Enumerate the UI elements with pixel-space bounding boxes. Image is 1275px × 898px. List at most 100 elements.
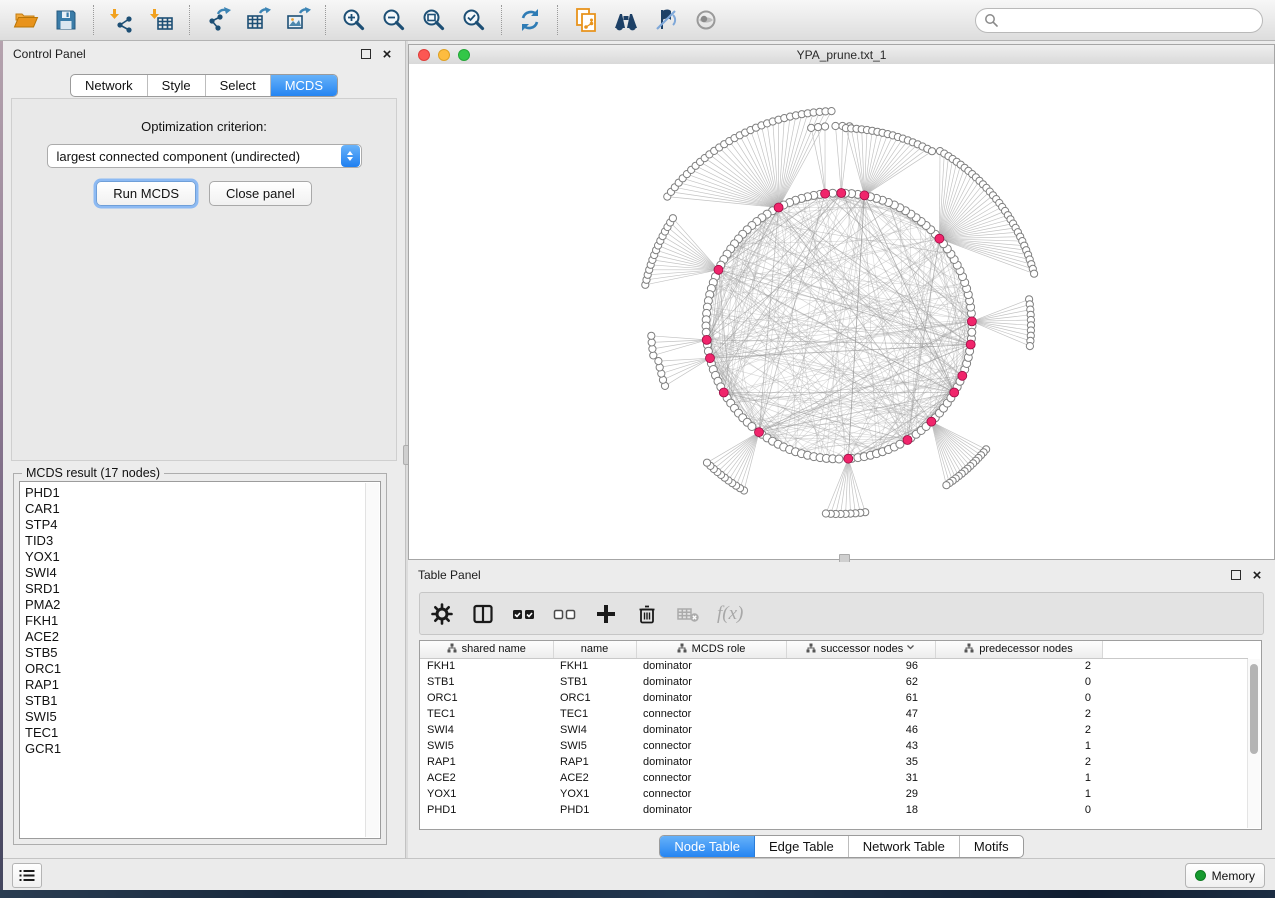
refresh-icon[interactable] — [510, 3, 550, 37]
minimize-window-icon[interactable] — [438, 49, 450, 61]
table-cell[interactable]: ORC1 — [553, 690, 636, 706]
mcds-result-item[interactable]: STB5 — [25, 645, 364, 661]
table-row[interactable]: ORC1ORC1dominator610 — [420, 690, 1248, 706]
zoom-selected-icon[interactable] — [454, 3, 494, 37]
close-panel-button[interactable]: Close panel — [209, 181, 312, 206]
table-cell[interactable]: YOX1 — [420, 786, 553, 802]
table-row[interactable]: FKH1FKH1dominator962 — [420, 658, 1248, 674]
table-cell[interactable]: 1 — [935, 738, 1102, 754]
table-cell[interactable]: STB1 — [553, 674, 636, 690]
network-graph[interactable] — [409, 64, 1274, 559]
network-canvas[interactable] — [409, 64, 1274, 559]
table-cell[interactable]: TEC1 — [553, 706, 636, 722]
memory-button[interactable]: Memory — [1185, 863, 1265, 888]
table-cell[interactable]: FKH1 — [420, 658, 553, 674]
mcds-result-item[interactable]: PHD1 — [25, 485, 364, 501]
mcds-result-listbox[interactable]: PHD1CAR1STP4TID3YOX1SWI4SRD1PMA2FKH1ACE2… — [19, 481, 381, 839]
table-cell[interactable]: 2 — [935, 754, 1102, 770]
export-image-icon[interactable] — [278, 3, 318, 37]
mcds-result-item[interactable]: STP4 — [25, 517, 364, 533]
table-cell[interactable]: 2 — [935, 658, 1102, 674]
mcds-result-item[interactable]: PMA2 — [25, 597, 364, 613]
table-cell[interactable]: 31 — [786, 770, 935, 786]
search-field[interactable] — [975, 8, 1263, 33]
export-table-icon[interactable] — [238, 3, 278, 37]
run-mcds-button[interactable]: Run MCDS — [96, 181, 196, 206]
table-cell[interactable]: ORC1 — [420, 690, 553, 706]
zoom-in-icon[interactable] — [334, 3, 374, 37]
table-row[interactable]: SWI4SWI4dominator462 — [420, 722, 1248, 738]
table-cell[interactable]: SWI4 — [553, 722, 636, 738]
save-icon[interactable] — [46, 3, 86, 37]
table-cell[interactable]: 47 — [786, 706, 935, 722]
table-row[interactable]: ACE2ACE2connector311 — [420, 770, 1248, 786]
tab-network[interactable]: Network — [71, 75, 148, 96]
table-cell[interactable]: STB1 — [420, 674, 553, 690]
tab-motifs[interactable]: Motifs — [960, 836, 1023, 857]
table-cell[interactable]: 96 — [786, 658, 935, 674]
function-icon[interactable]: f(x) — [717, 603, 743, 625]
table-cell[interactable]: 0 — [935, 802, 1102, 818]
mcds-result-item[interactable]: ORC1 — [25, 661, 364, 677]
clone-network-icon[interactable] — [566, 3, 606, 37]
table-cell[interactable]: 62 — [786, 674, 935, 690]
table-row[interactable]: RAP1RAP1dominator352 — [420, 754, 1248, 770]
table-cell[interactable]: ACE2 — [420, 770, 553, 786]
column-header-predecessor-nodes[interactable]: predecessor nodes — [935, 641, 1102, 658]
mcds-result-item[interactable]: STB1 — [25, 693, 364, 709]
gear-icon[interactable] — [430, 602, 454, 626]
table-row[interactable]: PHD1PHD1dominator180 — [420, 802, 1248, 818]
table-cell[interactable]: 18 — [786, 802, 935, 818]
table-cell[interactable]: ACE2 — [553, 770, 636, 786]
float-panel-icon[interactable] — [358, 46, 374, 62]
mcds-result-item[interactable]: FKH1 — [25, 613, 364, 629]
show-panels-button[interactable] — [12, 863, 42, 888]
table-row[interactable]: YOX1YOX1connector291 — [420, 786, 1248, 802]
table-cell[interactable]: 61 — [786, 690, 935, 706]
add-icon[interactable] — [594, 602, 618, 626]
network-window-titlebar[interactable]: YPA_prune.txt_1 — [409, 45, 1274, 65]
table-cell[interactable]: 0 — [935, 674, 1102, 690]
table-cell[interactable]: RAP1 — [420, 754, 553, 770]
tab-node-table[interactable]: Node Table — [660, 836, 755, 857]
tab-select[interactable]: Select — [206, 75, 271, 96]
trash-icon[interactable] — [635, 602, 659, 626]
table-cell[interactable]: 35 — [786, 754, 935, 770]
deselect-all-icon[interactable] — [553, 602, 577, 626]
hide-graphics-icon[interactable] — [646, 3, 686, 37]
close-panel-icon[interactable]: × — [1249, 567, 1265, 583]
table-cell[interactable]: PHD1 — [420, 802, 553, 818]
tab-mcds[interactable]: MCDS — [271, 75, 337, 96]
table-row[interactable]: TEC1TEC1connector472 — [420, 706, 1248, 722]
mcds-list-scrollbar[interactable] — [365, 483, 379, 837]
select-all-icon[interactable] — [512, 602, 536, 626]
search-input[interactable] — [1003, 12, 1254, 28]
tab-edge-table[interactable]: Edge Table — [755, 836, 849, 857]
tab-network-table[interactable]: Network Table — [849, 836, 960, 857]
table-cell[interactable]: 1 — [935, 770, 1102, 786]
table-cell[interactable]: 0 — [935, 690, 1102, 706]
table-cell[interactable]: dominator — [636, 722, 786, 738]
table-cell[interactable]: connector — [636, 770, 786, 786]
close-window-icon[interactable] — [418, 49, 430, 61]
mcds-result-item[interactable]: SWI5 — [25, 709, 364, 725]
zoom-out-icon[interactable] — [374, 3, 414, 37]
table-cell[interactable]: dominator — [636, 658, 786, 674]
table-row[interactable]: STB1STB1dominator620 — [420, 674, 1248, 690]
table-cell[interactable]: 1 — [935, 786, 1102, 802]
import-table-icon[interactable] — [142, 3, 182, 37]
tab-style[interactable]: Style — [148, 75, 206, 96]
table-cell[interactable]: connector — [636, 738, 786, 754]
mcds-result-item[interactable]: YOX1 — [25, 549, 364, 565]
columns-icon[interactable] — [471, 602, 495, 626]
binoculars-icon[interactable] — [606, 3, 646, 37]
mcds-result-item[interactable]: RAP1 — [25, 677, 364, 693]
mcds-result-item[interactable]: ACE2 — [25, 629, 364, 645]
table-cell[interactable]: 29 — [786, 786, 935, 802]
table-cell[interactable]: connector — [636, 706, 786, 722]
table-cell[interactable]: 2 — [935, 722, 1102, 738]
table-cell[interactable]: PHD1 — [553, 802, 636, 818]
table-cell[interactable]: SWI5 — [553, 738, 636, 754]
table-cell[interactable]: 43 — [786, 738, 935, 754]
table-cell[interactable]: connector — [636, 786, 786, 802]
